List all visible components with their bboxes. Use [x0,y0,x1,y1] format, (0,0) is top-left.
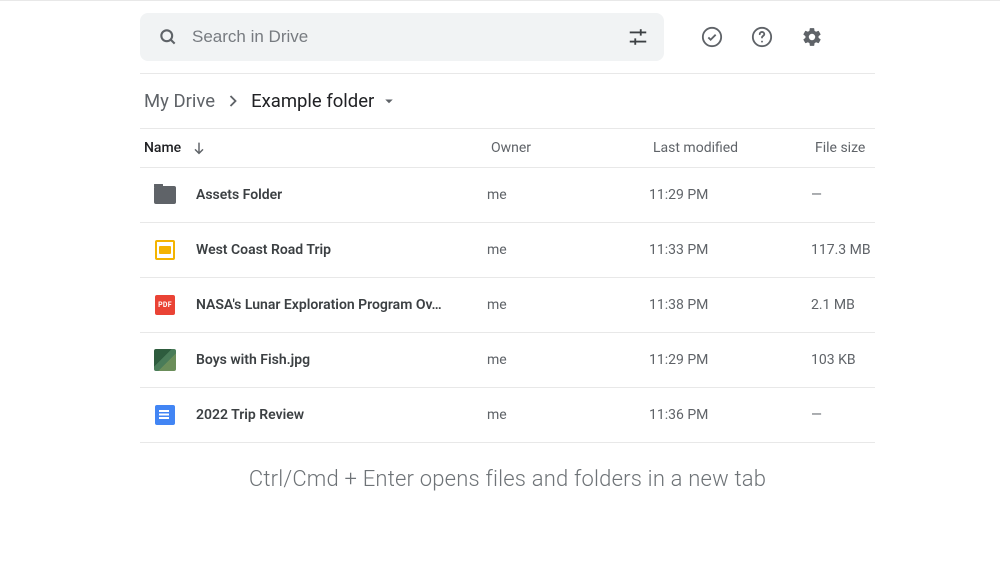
help-button[interactable] [742,17,782,57]
file-size: 2.1 MB [811,297,875,313]
file-owner: me [487,297,649,313]
tune-icon [627,26,649,48]
file-name: Assets Folder [196,187,282,203]
column-owner[interactable]: Owner [487,140,649,156]
file-table: Name Owner Last modified File size Asset… [140,128,875,443]
breadcrumb-current-label: Example folder [251,90,374,112]
slides-icon [154,239,176,261]
file-size: 103 KB [811,352,875,368]
chevron-right-icon [223,91,243,111]
breadcrumb-current[interactable]: Example folder [251,90,398,112]
column-modified[interactable]: Last modified [649,140,811,156]
file-modified: 11:29 PM [649,187,811,203]
table-row[interactable]: Assets Folder me 11:29 PM — [140,168,875,223]
settings-button[interactable] [792,17,832,57]
column-name-label: Name [144,140,181,156]
table-row[interactable]: West Coast Road Trip me 11:33 PM 117.3 M… [140,223,875,278]
column-size[interactable]: File size [811,140,875,156]
file-owner: me [487,187,649,203]
header-actions [692,17,832,57]
file-owner: me [487,407,649,423]
check-circle-icon [701,26,723,48]
search-container[interactable] [140,13,664,61]
file-owner: me [487,352,649,368]
top-bar [140,1,875,74]
table-row[interactable]: 2022 Trip Review me 11:36 PM — [140,388,875,443]
folder-icon [154,184,176,206]
column-name[interactable]: Name [140,140,487,156]
search-options-button[interactable] [618,17,658,57]
keyboard-tip: Ctrl/Cmd + Enter opens files and folders… [140,443,875,492]
pdf-icon: PDF [154,294,176,316]
breadcrumb-root[interactable]: My Drive [144,90,215,112]
help-icon [751,26,773,48]
file-size: — [811,407,875,423]
file-name: 2022 Trip Review [196,407,304,423]
search-input[interactable] [192,27,618,47]
file-modified: 11:33 PM [649,242,811,258]
file-modified: 11:29 PM [649,352,811,368]
docs-icon [154,404,176,426]
file-modified: 11:36 PM [649,407,811,423]
breadcrumb: My Drive Example folder [140,74,875,128]
caret-down-icon [380,92,398,110]
gear-icon [801,26,823,48]
sort-arrow-down-icon [191,140,207,156]
file-name: Boys with Fish.jpg [196,352,310,368]
file-modified: 11:38 PM [649,297,811,313]
table-header: Name Owner Last modified File size [140,128,875,168]
file-size: 117.3 MB [811,242,875,258]
file-owner: me [487,242,649,258]
search-icon [158,27,178,47]
file-name: NASA's Lunar Exploration Program Ov… [196,297,442,313]
file-size: — [811,187,875,203]
image-thumbnail-icon [154,349,176,371]
file-name: West Coast Road Trip [196,242,331,258]
table-row[interactable]: PDF NASA's Lunar Exploration Program Ov…… [140,278,875,333]
table-row[interactable]: Boys with Fish.jpg me 11:29 PM 103 KB [140,333,875,388]
offline-ready-button[interactable] [692,17,732,57]
